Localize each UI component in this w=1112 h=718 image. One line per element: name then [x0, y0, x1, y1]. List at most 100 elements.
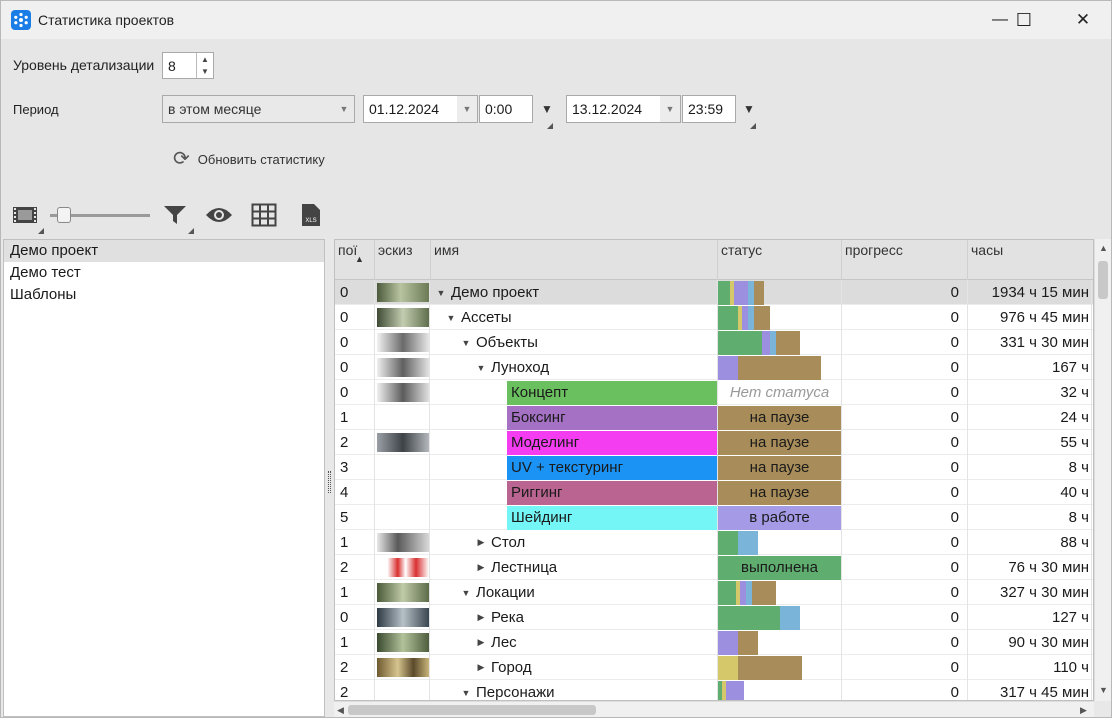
progress-cell: 0 — [842, 655, 968, 680]
table-row[interactable]: 1 Боксинг на паузе 0 24 ч — [335, 405, 1093, 430]
expand-arrow-icon[interactable]: ▶ — [475, 637, 487, 648]
status-badge: на паузе — [718, 430, 841, 455]
slider-handle[interactable] — [57, 207, 71, 223]
time-to-field[interactable]: 23:59 — [682, 95, 736, 123]
collapse-arrow-icon[interactable]: ▼ — [460, 588, 472, 598]
refresh-stats-button[interactable]: ⟳ Обновить статистику — [173, 149, 325, 169]
date-to-value: 13.12.2024 — [572, 101, 643, 117]
hours-cell: 976 ч 45 мин — [968, 305, 1092, 330]
collapse-arrow-icon[interactable]: ▼ — [460, 688, 472, 698]
task-label: Шейдинг — [507, 505, 717, 530]
project-item[interactable]: Демо тест — [4, 262, 324, 284]
expand-arrow-icon[interactable]: ▶ — [475, 612, 487, 623]
task-label: Риггинг — [507, 480, 717, 505]
table-row[interactable]: 0 ▼ Луноход 0 167 ч — [335, 355, 1093, 380]
col-thumb[interactable]: эскиз — [375, 240, 431, 280]
thumbnail — [375, 505, 430, 530]
name-cell: ▶ Город — [431, 655, 718, 680]
progress-cell: 0 — [842, 430, 968, 455]
collapse-arrow-icon[interactable]: ▼ — [445, 313, 457, 323]
horizontal-scrollbar[interactable]: ◀ ▶ — [334, 701, 1094, 717]
table-row[interactable]: 4 Риггинг на паузе 0 40 ч — [335, 480, 1093, 505]
project-item[interactable]: Шаблоны — [4, 284, 324, 306]
priority-cell: 1 — [335, 580, 375, 605]
status-bar — [718, 630, 842, 655]
visibility-button[interactable] — [204, 202, 234, 228]
table-row[interactable]: 2 ▶ Город 0 110 ч — [335, 655, 1093, 680]
thumbnail — [375, 655, 430, 680]
collapse-arrow-icon[interactable]: ▼ — [475, 363, 487, 373]
spin-arrows-icon[interactable]: ▲ ▼ — [196, 53, 213, 78]
table-row[interactable]: 2 ▶ Лестница выполнена 0 76 ч 30 мин — [335, 555, 1093, 580]
table-row[interactable]: 0 ▼ Демо проект 0 1934 ч 15 мин — [335, 280, 1093, 305]
thumbnail-toggle-button[interactable] — [11, 202, 39, 228]
table-row[interactable]: 1 ▼ Локации 0 327 ч 30 мин — [335, 580, 1093, 605]
film-icon — [13, 207, 37, 223]
horizontal-scroll-thumb[interactable] — [348, 705, 596, 715]
progress-cell: 0 — [842, 355, 968, 380]
time-from-field[interactable]: 0:00 — [479, 95, 533, 123]
table-view-button[interactable] — [250, 202, 278, 228]
table-row[interactable]: 0 ▼ Ассеты 0 976 ч 45 мин — [335, 305, 1093, 330]
progress-cell: 0 — [842, 580, 968, 605]
vertical-scrollbar[interactable]: ▲ ▼ — [1094, 239, 1111, 701]
expand-arrow-icon[interactable]: ▶ — [475, 562, 487, 573]
table-row[interactable]: 0 Концепт Нет статуса 0 32 ч — [335, 380, 1093, 405]
filter-button[interactable] — [161, 202, 189, 228]
time-from-value: 0:00 — [485, 101, 513, 117]
thumbnail — [375, 405, 430, 430]
splitter-handle[interactable] — [328, 471, 331, 493]
collapse-arrow-icon[interactable]: ▼ — [460, 338, 472, 348]
collapse-arrow-icon[interactable]: ▼ — [435, 288, 447, 298]
table-row[interactable]: 1 ▶ Стол 0 88 ч — [335, 530, 1093, 555]
table-row[interactable]: 2 ▼ Персонажи 0 317 ч 45 мин — [335, 680, 1093, 700]
date-from-dropdown-icon[interactable]: ▼ — [457, 96, 477, 122]
col-status[interactable]: статус — [718, 240, 842, 280]
col-priority[interactable]: пої ▲ — [335, 240, 375, 280]
table-row[interactable]: 1 ▶ Лес 0 90 ч 30 мин — [335, 630, 1093, 655]
table-row[interactable]: 5 Шейдинг в работе 0 8 ч — [335, 505, 1093, 530]
maximize-button[interactable]: ☐ — [999, 1, 1049, 39]
expand-arrow-icon[interactable]: ▶ — [475, 662, 487, 673]
project-item[interactable]: Демо проект — [4, 240, 324, 262]
table-row[interactable]: 0 ▶ Река 0 127 ч — [335, 605, 1093, 630]
scroll-up-icon[interactable]: ▲ — [1099, 243, 1108, 253]
refresh-label: Обновить статистику — [197, 151, 325, 167]
export-xls-button[interactable]: XLS — [298, 202, 324, 228]
col-progress[interactable]: прогресс — [842, 240, 968, 280]
table-row[interactable]: 0 ▼ Объекты 0 331 ч 30 мин — [335, 330, 1093, 355]
period-select[interactable]: в этом месяце ▼ — [162, 95, 355, 123]
name-cell: ▼ Персонажи — [431, 680, 718, 700]
progress-cell: 0 — [842, 405, 968, 430]
time-to-menu-icon[interactable]: ▼ — [743, 102, 755, 116]
name-cell: ▶ Река — [431, 605, 718, 630]
expand-arrow-icon[interactable]: ▶ — [475, 537, 487, 548]
scroll-down-icon[interactable]: ▼ — [1099, 685, 1108, 695]
col-name[interactable]: имя — [431, 240, 718, 280]
vertical-scroll-thumb[interactable] — [1098, 261, 1108, 299]
detail-level-spinbox[interactable]: 8 ▲ ▼ — [162, 52, 214, 79]
scroll-right-icon[interactable]: ▶ — [1080, 705, 1087, 716]
priority-cell: 0 — [335, 355, 375, 380]
hours-cell: 327 ч 30 мин — [968, 580, 1092, 605]
date-from-field[interactable]: 01.12.2024 ▼ — [363, 95, 478, 123]
close-button[interactable]: ✕ — [1058, 1, 1108, 39]
scroll-left-icon[interactable]: ◀ — [337, 705, 344, 716]
thumbnail — [375, 555, 430, 580]
col-hours[interactable]: часы — [968, 240, 1093, 280]
table-row[interactable]: 2 Моделинг на паузе 0 55 ч — [335, 430, 1093, 455]
progress-cell: 0 — [842, 330, 968, 355]
time-from-menu-icon[interactable]: ▼ — [541, 102, 553, 116]
progress-cell: 0 — [842, 505, 968, 530]
progress-cell: 0 — [842, 605, 968, 630]
date-to-field[interactable]: 13.12.2024 ▼ — [566, 95, 681, 123]
table-row[interactable]: 3 UV + текстуринг на паузе 0 8 ч — [335, 455, 1093, 480]
hours-cell: 88 ч — [968, 530, 1092, 555]
date-to-dropdown-icon[interactable]: ▼ — [660, 96, 680, 122]
thumbnail-size-slider[interactable] — [48, 202, 152, 228]
priority-cell: 0 — [335, 330, 375, 355]
thumbnail — [375, 455, 430, 480]
name-cell: ▼ Объекты — [431, 330, 718, 355]
progress-cell: 0 — [842, 480, 968, 505]
status-bar — [718, 355, 842, 380]
